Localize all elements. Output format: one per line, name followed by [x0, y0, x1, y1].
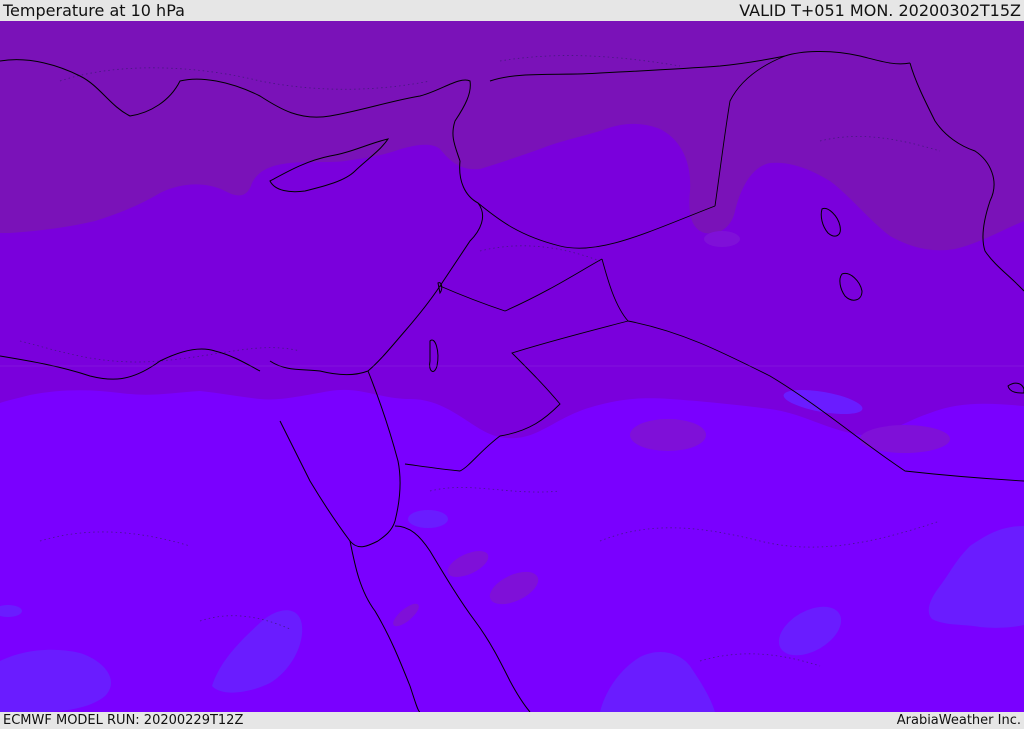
map-title: Temperature at 10 hPa: [3, 1, 185, 20]
temperature-map[interactable]: [0, 21, 1024, 712]
valid-time: VALID T+051 MON. 20200302T15Z: [739, 1, 1021, 20]
warm-patch: [704, 231, 740, 247]
map-header: Temperature at 10 hPa VALID T+051 MON. 2…: [0, 0, 1024, 21]
model-run: ECMWF MODEL RUN: 20200229T12Z: [3, 713, 244, 728]
cool-patch: [408, 510, 448, 528]
map-footer: ECMWF MODEL RUN: 20200229T12Z ArabiaWeat…: [0, 712, 1024, 729]
map-canvas: [0, 21, 1024, 712]
warm-patch: [630, 419, 706, 451]
credit: ArabiaWeather Inc.: [896, 713, 1021, 728]
